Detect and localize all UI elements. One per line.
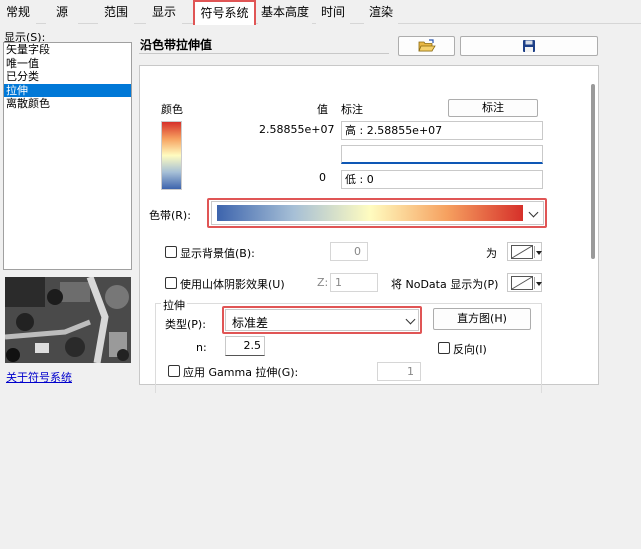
z-label: Z: [317,276,329,289]
high-value: 2.58855e+07 [259,123,335,136]
hillshade-label: 使用山体阴影效果(U) [180,278,285,291]
background-value-field[interactable]: 0 [330,242,368,261]
stretch-group-label: 拉伸 [161,297,187,313]
tab-general[interactable]: 常规 [0,3,36,24]
renderer-list[interactable]: 矢量字段 唯一值 已分类 拉伸 离散颜色 [3,42,132,270]
tab-symbology-label: 符号系统 [200,6,249,20]
n-value-field[interactable]: 2.5 [225,336,265,356]
tab-rendering-label: 渲染 [368,5,393,19]
folder-open-icon [417,39,436,52]
tab-symbology[interactable]: 符号系统 [193,0,256,25]
tab-base-heights[interactable]: 基本高度 [258,3,312,24]
tab-display[interactable]: 显示 [146,3,182,24]
invert-label: 反向(I) [453,343,487,356]
preview-thumbnail [5,277,131,363]
tab-time-label: 时间 [320,5,345,19]
gamma-label: 应用 Gamma 拉伸(G): [183,366,299,379]
as-label: 为 [486,247,497,260]
n-label: n: [196,341,207,354]
chevron-down-icon [405,314,416,325]
gamma-checkbox[interactable] [168,365,180,377]
title-divider [139,53,389,54]
mid-label-field[interactable] [341,145,543,164]
show-background-checkbox[interactable] [165,246,177,258]
panel-scrollbar[interactable] [589,66,598,384]
low-value: 0 [319,171,326,184]
tab-base-heights-label: 基本高度 [260,5,309,19]
value-column-header: 值 [317,103,328,116]
scrollbar-thumb[interactable] [591,84,595,259]
chevron-down-icon [528,207,539,218]
tab-source[interactable]: 源 [46,3,78,24]
caret-down-icon [536,251,542,255]
picker-divider [534,246,535,258]
color-ramp-label: 色带(R): [149,209,191,222]
tab-general-label: 常规 [5,5,30,19]
list-item[interactable]: 离散颜色 [4,97,131,111]
show-background-label: 显示背景值(B): [180,247,255,260]
tab-extent-label: 范围 [103,5,128,19]
caret-down-icon [536,282,542,286]
color-ramp-dropdown[interactable] [211,201,544,225]
invert-checkbox[interactable] [438,342,450,354]
histogram-button[interactable]: 直方图(H) [433,308,531,330]
color-column-header: 颜色 [161,103,183,116]
floppy-disk-icon [523,40,535,52]
gamma-value-field[interactable]: 1 [377,362,421,381]
nodata-color-picker[interactable] [507,273,542,292]
tab-rendering[interactable]: 渲染 [364,3,398,24]
list-item[interactable]: 已分类 [4,70,131,84]
about-symbology-link[interactable]: 关于符号系统 [6,369,72,385]
z-factor-field[interactable]: 1 [330,273,378,292]
stretch-type-dropdown[interactable]: 标准差 [225,309,419,331]
tab-extent[interactable]: 范围 [98,3,134,24]
tab-time[interactable]: 时间 [316,3,350,24]
tab-display-label: 显示 [151,5,176,19]
save-layer-button[interactable] [460,36,598,56]
list-item[interactable]: 矢量字段 [4,43,131,57]
background-color-picker[interactable] [507,242,542,261]
no-color-icon [511,276,533,290]
label-column-header: 标注 [341,103,363,116]
list-item-selected[interactable]: 拉伸 [4,83,131,97]
low-label-field[interactable]: 低 : 0 [341,170,543,189]
high-label-field[interactable]: 高 : 2.58855e+07 [341,121,543,140]
nodata-label: 将 NoData 显示为(P) [391,278,499,291]
legend-color-ramp[interactable] [161,121,182,190]
stretch-type-label: 类型(P): [165,318,206,331]
list-item[interactable]: 唯一值 [4,57,131,71]
renderer-title: 沿色带拉伸值 [140,38,213,52]
label-button[interactable]: 标注 [448,99,538,117]
stretch-type-value: 标准差 [232,316,269,330]
color-ramp-swatch [217,205,523,221]
picker-divider [534,277,535,289]
tab-bar: 常规 源 范围 显示 符号系统 基本高度 时间 渲染 [0,0,641,25]
tab-source-label: 源 [55,5,68,19]
open-layer-button[interactable] [398,36,455,56]
hillshade-checkbox[interactable] [165,277,177,289]
no-color-icon [511,245,533,259]
